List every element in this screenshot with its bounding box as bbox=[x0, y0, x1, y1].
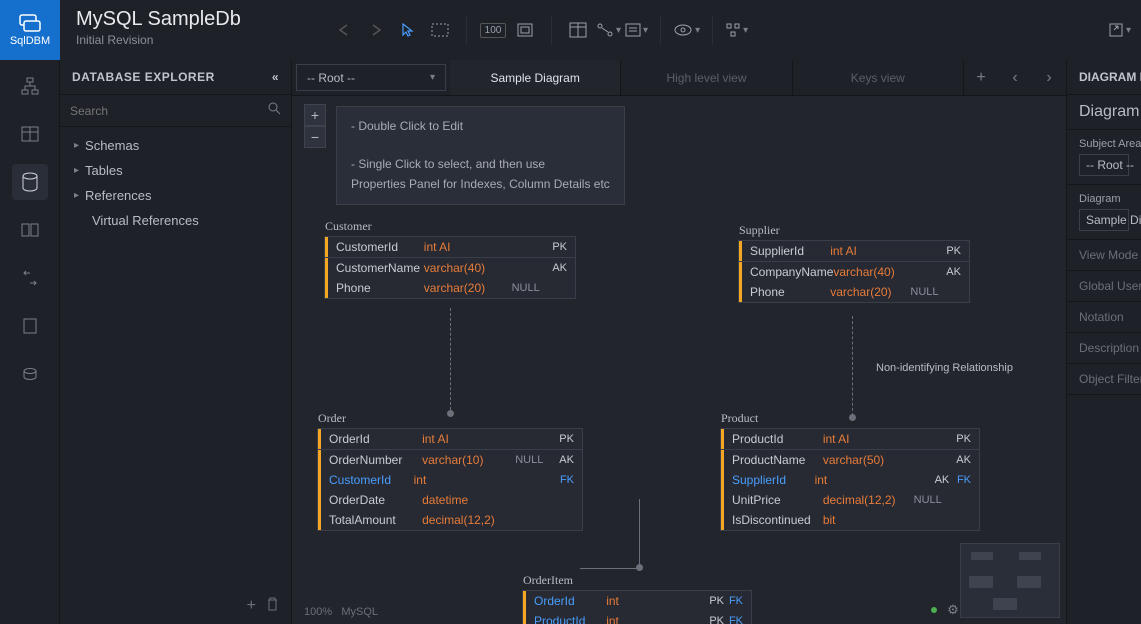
project-revision: Initial Revision bbox=[76, 33, 304, 47]
rel-customer-order[interactable] bbox=[450, 308, 451, 410]
diagram-canvas[interactable]: + − - Double Click to Edit - Single Clic… bbox=[292, 96, 1066, 624]
props-subject-area: Subject Area -- Root -- bbox=[1067, 130, 1141, 185]
rail-database-icon[interactable] bbox=[12, 164, 48, 200]
settings-icon[interactable]: ⚙ bbox=[947, 602, 959, 618]
rel-dot bbox=[849, 414, 856, 421]
properties-panel: DIAGRAM PROPERTIES Diagram Subject Area … bbox=[1066, 60, 1141, 624]
canvas-status: 100% MySQL bbox=[304, 606, 378, 618]
tab-high-level[interactable]: High level view bbox=[621, 60, 792, 95]
entity-customer[interactable]: Customer CustomerIdint AIPK CustomerName… bbox=[324, 236, 576, 299]
add-item-icon[interactable]: + bbox=[247, 597, 256, 616]
rail-reverse-icon[interactable] bbox=[12, 356, 48, 392]
explorer-header: DATABASE EXPLORER « bbox=[60, 60, 291, 95]
canvas-panel: -- Root --▾ Sample Diagram High level vi… bbox=[292, 60, 1066, 624]
search-icon[interactable] bbox=[267, 101, 281, 120]
tab-keys-view[interactable]: Keys view bbox=[793, 60, 964, 95]
project-title-block: MySQL SampleDb Initial Revision bbox=[60, 0, 320, 60]
entity-title: Order bbox=[318, 411, 346, 426]
prev-tab-button[interactable]: ‹ bbox=[998, 60, 1032, 95]
tree-item-virtual-references[interactable]: Virtual References bbox=[60, 208, 291, 233]
explorer-tree: ▸Schemas ▸Tables ▸References Virtual Ref… bbox=[60, 127, 291, 589]
explorer-footer: + bbox=[60, 589, 291, 624]
rel-dot bbox=[447, 410, 454, 417]
canvas-hint: - Double Click to Edit - Single Click to… bbox=[336, 106, 625, 205]
pointer-tool[interactable] bbox=[394, 16, 422, 44]
zoom-out-button[interactable]: − bbox=[304, 126, 326, 148]
diagram-name-input[interactable]: Sample Diagram bbox=[1079, 209, 1129, 231]
props-object-filter[interactable]: Object Filter bbox=[1067, 364, 1141, 395]
rail-script-icon[interactable] bbox=[12, 308, 48, 344]
fit-button[interactable] bbox=[511, 16, 539, 44]
props-title: DIAGRAM PROPERTIES bbox=[1067, 60, 1141, 95]
next-tab-button[interactable]: › bbox=[1032, 60, 1066, 95]
props-tab[interactable]: Diagram bbox=[1067, 95, 1141, 130]
logo-icon bbox=[18, 13, 42, 33]
redo-button[interactable] bbox=[362, 16, 390, 44]
schema-selector[interactable]: -- Root --▾ bbox=[296, 64, 446, 91]
rail-table-icon[interactable] bbox=[12, 116, 48, 152]
zoom-controls: + − bbox=[304, 104, 326, 148]
rel-order-orderitem[interactable] bbox=[580, 499, 640, 569]
tree-item-references[interactable]: ▸References bbox=[60, 183, 291, 208]
entity-orderitem[interactable]: OrderItem OrderIdintPKFK ProductIdintPKF… bbox=[522, 590, 752, 624]
rail-diagram-icon[interactable] bbox=[12, 68, 48, 104]
undo-button[interactable] bbox=[330, 16, 358, 44]
explorer-search bbox=[60, 95, 291, 127]
diagram-tabs: -- Root --▾ Sample Diagram High level vi… bbox=[292, 60, 1066, 96]
rel-tooltip: Non-identifying Relationship bbox=[874, 360, 1015, 376]
nav-rail bbox=[0, 60, 60, 624]
brand-logo[interactable]: SqlDBM bbox=[0, 0, 60, 60]
view-mode-button[interactable]: ▾ bbox=[673, 23, 700, 37]
db-engine: MySQL bbox=[341, 606, 378, 618]
tree-item-schemas[interactable]: ▸Schemas bbox=[60, 133, 291, 158]
entity-product[interactable]: Product ProductIdint AIPK ProductNamevar… bbox=[720, 428, 980, 531]
project-title: MySQL SampleDb bbox=[76, 8, 304, 31]
relation-tool[interactable]: ▾ bbox=[596, 22, 621, 38]
entity-title: Customer bbox=[325, 219, 372, 234]
entity-title: Product bbox=[721, 411, 758, 426]
props-notation[interactable]: Notation bbox=[1067, 302, 1141, 333]
note-tool[interactable]: ▾ bbox=[625, 23, 648, 37]
props-global-user[interactable]: Global User bbox=[1067, 271, 1141, 302]
entity-supplier[interactable]: Supplier SupplierIdint AIPK CompanyNamev… bbox=[738, 240, 970, 303]
entity-title: OrderItem bbox=[523, 573, 573, 588]
add-table-button[interactable] bbox=[564, 16, 592, 44]
layout-button[interactable]: ▾ bbox=[725, 22, 748, 38]
rel-supplier-product[interactable] bbox=[852, 316, 853, 416]
zoom-100-button[interactable]: 100 bbox=[479, 16, 507, 44]
subject-area-select[interactable]: -- Root -- bbox=[1079, 154, 1129, 176]
delete-item-icon[interactable] bbox=[266, 597, 279, 616]
entity-title: Supplier bbox=[739, 223, 780, 238]
tab-sample-diagram[interactable]: Sample Diagram bbox=[450, 60, 621, 95]
main-toolbar: 100 ▾ ▾ ▾ ▾ ▾ bbox=[320, 0, 1141, 60]
zoom-in-button[interactable]: + bbox=[304, 104, 326, 126]
app-header: SqlDBM MySQL SampleDb Initial Revision 1… bbox=[0, 0, 1141, 60]
collapse-explorer-icon[interactable]: « bbox=[272, 70, 279, 84]
props-view-mode[interactable]: View Mode bbox=[1067, 240, 1141, 271]
tree-item-tables[interactable]: ▸Tables bbox=[60, 158, 291, 183]
add-tab-button[interactable]: + bbox=[964, 60, 998, 95]
props-description[interactable]: Description bbox=[1067, 333, 1141, 364]
export-button[interactable]: ▾ bbox=[1108, 22, 1131, 38]
rail-compare-icon[interactable] bbox=[12, 260, 48, 296]
online-indicator bbox=[931, 607, 937, 613]
explorer-title: DATABASE EXPLORER bbox=[72, 70, 215, 84]
database-explorer: DATABASE EXPLORER « ▸Schemas ▸Tables ▸Re… bbox=[60, 60, 292, 624]
props-diagram-name: Diagram Sample Diagram bbox=[1067, 185, 1141, 240]
minimap[interactable] bbox=[960, 543, 1060, 618]
marquee-tool[interactable] bbox=[426, 16, 454, 44]
brand-text: SqlDBM bbox=[10, 35, 50, 47]
entity-order[interactable]: Order OrderIdint AIPK OrderNumbervarchar… bbox=[317, 428, 583, 531]
search-input[interactable] bbox=[70, 104, 267, 118]
zoom-level: 100% bbox=[304, 606, 332, 618]
rail-docs-icon[interactable] bbox=[12, 212, 48, 248]
